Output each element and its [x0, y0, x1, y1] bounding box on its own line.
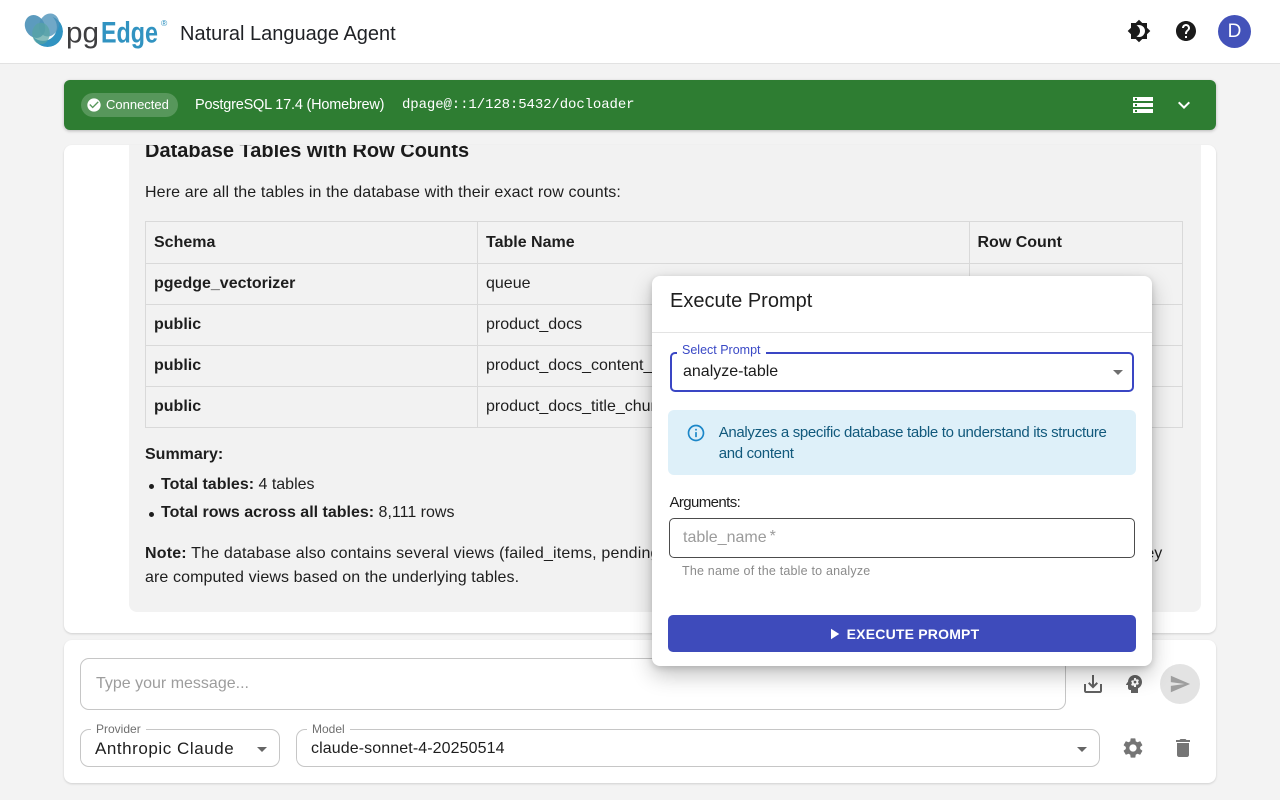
svg-text:®: ® — [161, 18, 168, 28]
svg-text:Edge: Edge — [101, 17, 158, 50]
svg-text:pg: pg — [66, 17, 99, 50]
